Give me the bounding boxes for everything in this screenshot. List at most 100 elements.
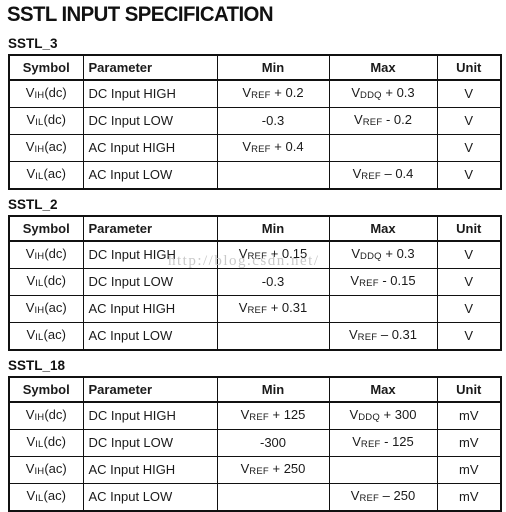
cell-min: -300 — [216, 429, 330, 457]
cell-unit: V — [436, 240, 502, 269]
subscript: REF — [249, 466, 269, 477]
cell-max: VDDQ + 300 — [328, 401, 438, 430]
cell-unit: mV — [436, 456, 502, 484]
column-header-min: Min — [216, 55, 330, 81]
section-sstl_2: SSTL_2 Symbol Parameter Min Max Unit VIH(dc) DC… — [7, 197, 502, 351]
cell-max — [328, 456, 438, 484]
cell-parameter: AC Input HIGH — [82, 456, 218, 484]
cell-symbol: VIH(ac) — [8, 295, 84, 323]
cell-unit: V — [436, 107, 502, 135]
subscript: IH — [34, 90, 45, 101]
subscript: REF — [359, 493, 380, 504]
cell-min: VREF + 125 — [216, 401, 330, 430]
cell-max: VREF – 0.4 — [328, 161, 438, 189]
subscript: IH — [34, 251, 45, 262]
cell-max: VREF - 0.2 — [328, 107, 438, 135]
section-sstl_3: SSTL_3 Symbol Parameter Min Max Unit VIH(dc) DC… — [7, 36, 502, 190]
cell-symbol: VIL(ac) — [8, 483, 84, 511]
table-row: VIH(dc) DC Input HIGH VREF + 0.2 VDDQ + 0.3… — [8, 79, 502, 108]
table-row: VIL(dc) DC Input LOW -0.3 VREF - 0.15 V — [8, 268, 502, 296]
column-header-min: Min — [216, 377, 330, 403]
subscript: REF — [359, 278, 379, 289]
column-header-parameter: Parameter — [82, 216, 218, 242]
subscript: REF — [247, 251, 268, 262]
cell-min — [216, 161, 330, 189]
cell-min: VREF + 0.31 — [216, 295, 330, 323]
table-row: VIH(ac) AC Input HIGH VREF + 250 mV — [8, 456, 502, 484]
cell-max: VREF – 0.31 — [328, 322, 438, 350]
subscript: REF — [249, 412, 269, 423]
cell-symbol: VIL(dc) — [8, 268, 84, 296]
subscript: DDQ — [360, 90, 382, 101]
cell-unit: V — [436, 79, 502, 108]
cell-max — [328, 295, 438, 323]
table-row: VIH(dc) DC Input HIGH VREF + 0.15 VDDQ + 0.… — [8, 240, 502, 269]
cell-symbol: VIL(ac) — [8, 322, 84, 350]
column-header-parameter: Parameter — [82, 377, 218, 403]
cell-symbol: VIH(dc) — [8, 79, 84, 108]
cell-max: VREF - 125 — [328, 429, 438, 457]
cell-parameter: DC Input HIGH — [82, 401, 218, 430]
cell-symbol: VIL(ac) — [8, 161, 84, 189]
subscript: REF — [251, 144, 271, 155]
section-label: SSTL_2 — [8, 197, 58, 212]
cell-max: VREF - 0.15 — [328, 268, 438, 296]
table-header-row: Symbol Parameter Min Max Unit — [8, 377, 502, 403]
spec-table: Symbol Parameter Min Max Unit VIH(dc) DC Input… — [8, 376, 502, 512]
table-row: VIL(ac) AC Input LOW VREF – 0.4 V — [8, 161, 502, 189]
cell-parameter: DC Input HIGH — [82, 240, 218, 269]
cell-min: -0.3 — [216, 107, 330, 135]
cell-unit: V — [436, 268, 502, 296]
cell-max: VREF – 250 — [328, 483, 438, 511]
column-header-unit: Unit — [436, 216, 502, 242]
table-row: VIL(ac) AC Input LOW VREF – 250 mV — [8, 483, 502, 511]
column-header-max: Max — [328, 377, 438, 403]
subscript: REF — [360, 439, 381, 450]
cell-parameter: AC Input LOW — [82, 161, 218, 189]
cell-unit: mV — [436, 483, 502, 511]
subscript: IL — [35, 171, 44, 182]
cell-unit: V — [436, 322, 502, 350]
cell-min — [216, 322, 330, 350]
cell-parameter: AC Input LOW — [82, 483, 218, 511]
cell-unit: V — [436, 134, 502, 162]
column-header-symbol: Symbol — [8, 377, 84, 403]
subscript: IH — [34, 412, 45, 423]
cell-symbol: VIL(dc) — [8, 429, 84, 457]
cell-unit: mV — [436, 401, 502, 430]
subscript: IL — [35, 332, 44, 343]
column-header-symbol: Symbol — [8, 55, 84, 81]
subscript: IL — [35, 278, 44, 289]
column-header-max: Max — [328, 55, 438, 81]
subscript: DDQ — [360, 251, 382, 262]
cell-symbol: VIH(ac) — [8, 456, 84, 484]
cell-max: VDDQ + 0.3 — [328, 79, 438, 108]
column-header-min: Min — [216, 216, 330, 242]
cell-symbol: VIH(dc) — [8, 240, 84, 269]
subscript: REF — [251, 90, 271, 101]
cell-min: VREF + 0.2 — [216, 79, 330, 108]
cell-unit: V — [436, 161, 502, 189]
specification-page: SSTL INPUT SPECIFICATION SSTL_3 Symbol Par… — [0, 3, 506, 512]
table-row: VIH(ac) AC Input HIGH VREF + 0.31 V — [8, 295, 502, 323]
table-row: VIL(dc) DC Input LOW -300 VREF - 125 mV — [8, 429, 502, 457]
section-label: SSTL_3 — [8, 36, 58, 51]
subscript: IL — [35, 117, 44, 128]
subscript: DDQ — [358, 412, 380, 423]
table-row: VIL(ac) AC Input LOW VREF – 0.31 V — [8, 322, 502, 350]
cell-min: -0.3 — [216, 268, 330, 296]
cell-parameter: DC Input HIGH — [82, 79, 218, 108]
cell-min — [216, 483, 330, 511]
cell-symbol: VIL(dc) — [8, 107, 84, 135]
subscript: REF — [361, 171, 381, 182]
subscript: IH — [34, 466, 45, 477]
table-header-row: Symbol Parameter Min Max Unit — [8, 216, 502, 242]
subscript: REF — [247, 305, 268, 316]
table-row: VIL(dc) DC Input LOW -0.3 VREF - 0.2 V — [8, 107, 502, 135]
cell-symbol: VIH(dc) — [8, 401, 84, 430]
table-row: VIH(dc) DC Input HIGH VREF + 125 VDDQ + 300… — [8, 401, 502, 430]
cell-symbol: VIH(ac) — [8, 134, 84, 162]
subscript: REF — [362, 117, 383, 128]
column-header-parameter: Parameter — [82, 55, 218, 81]
subscript: IL — [35, 493, 44, 504]
